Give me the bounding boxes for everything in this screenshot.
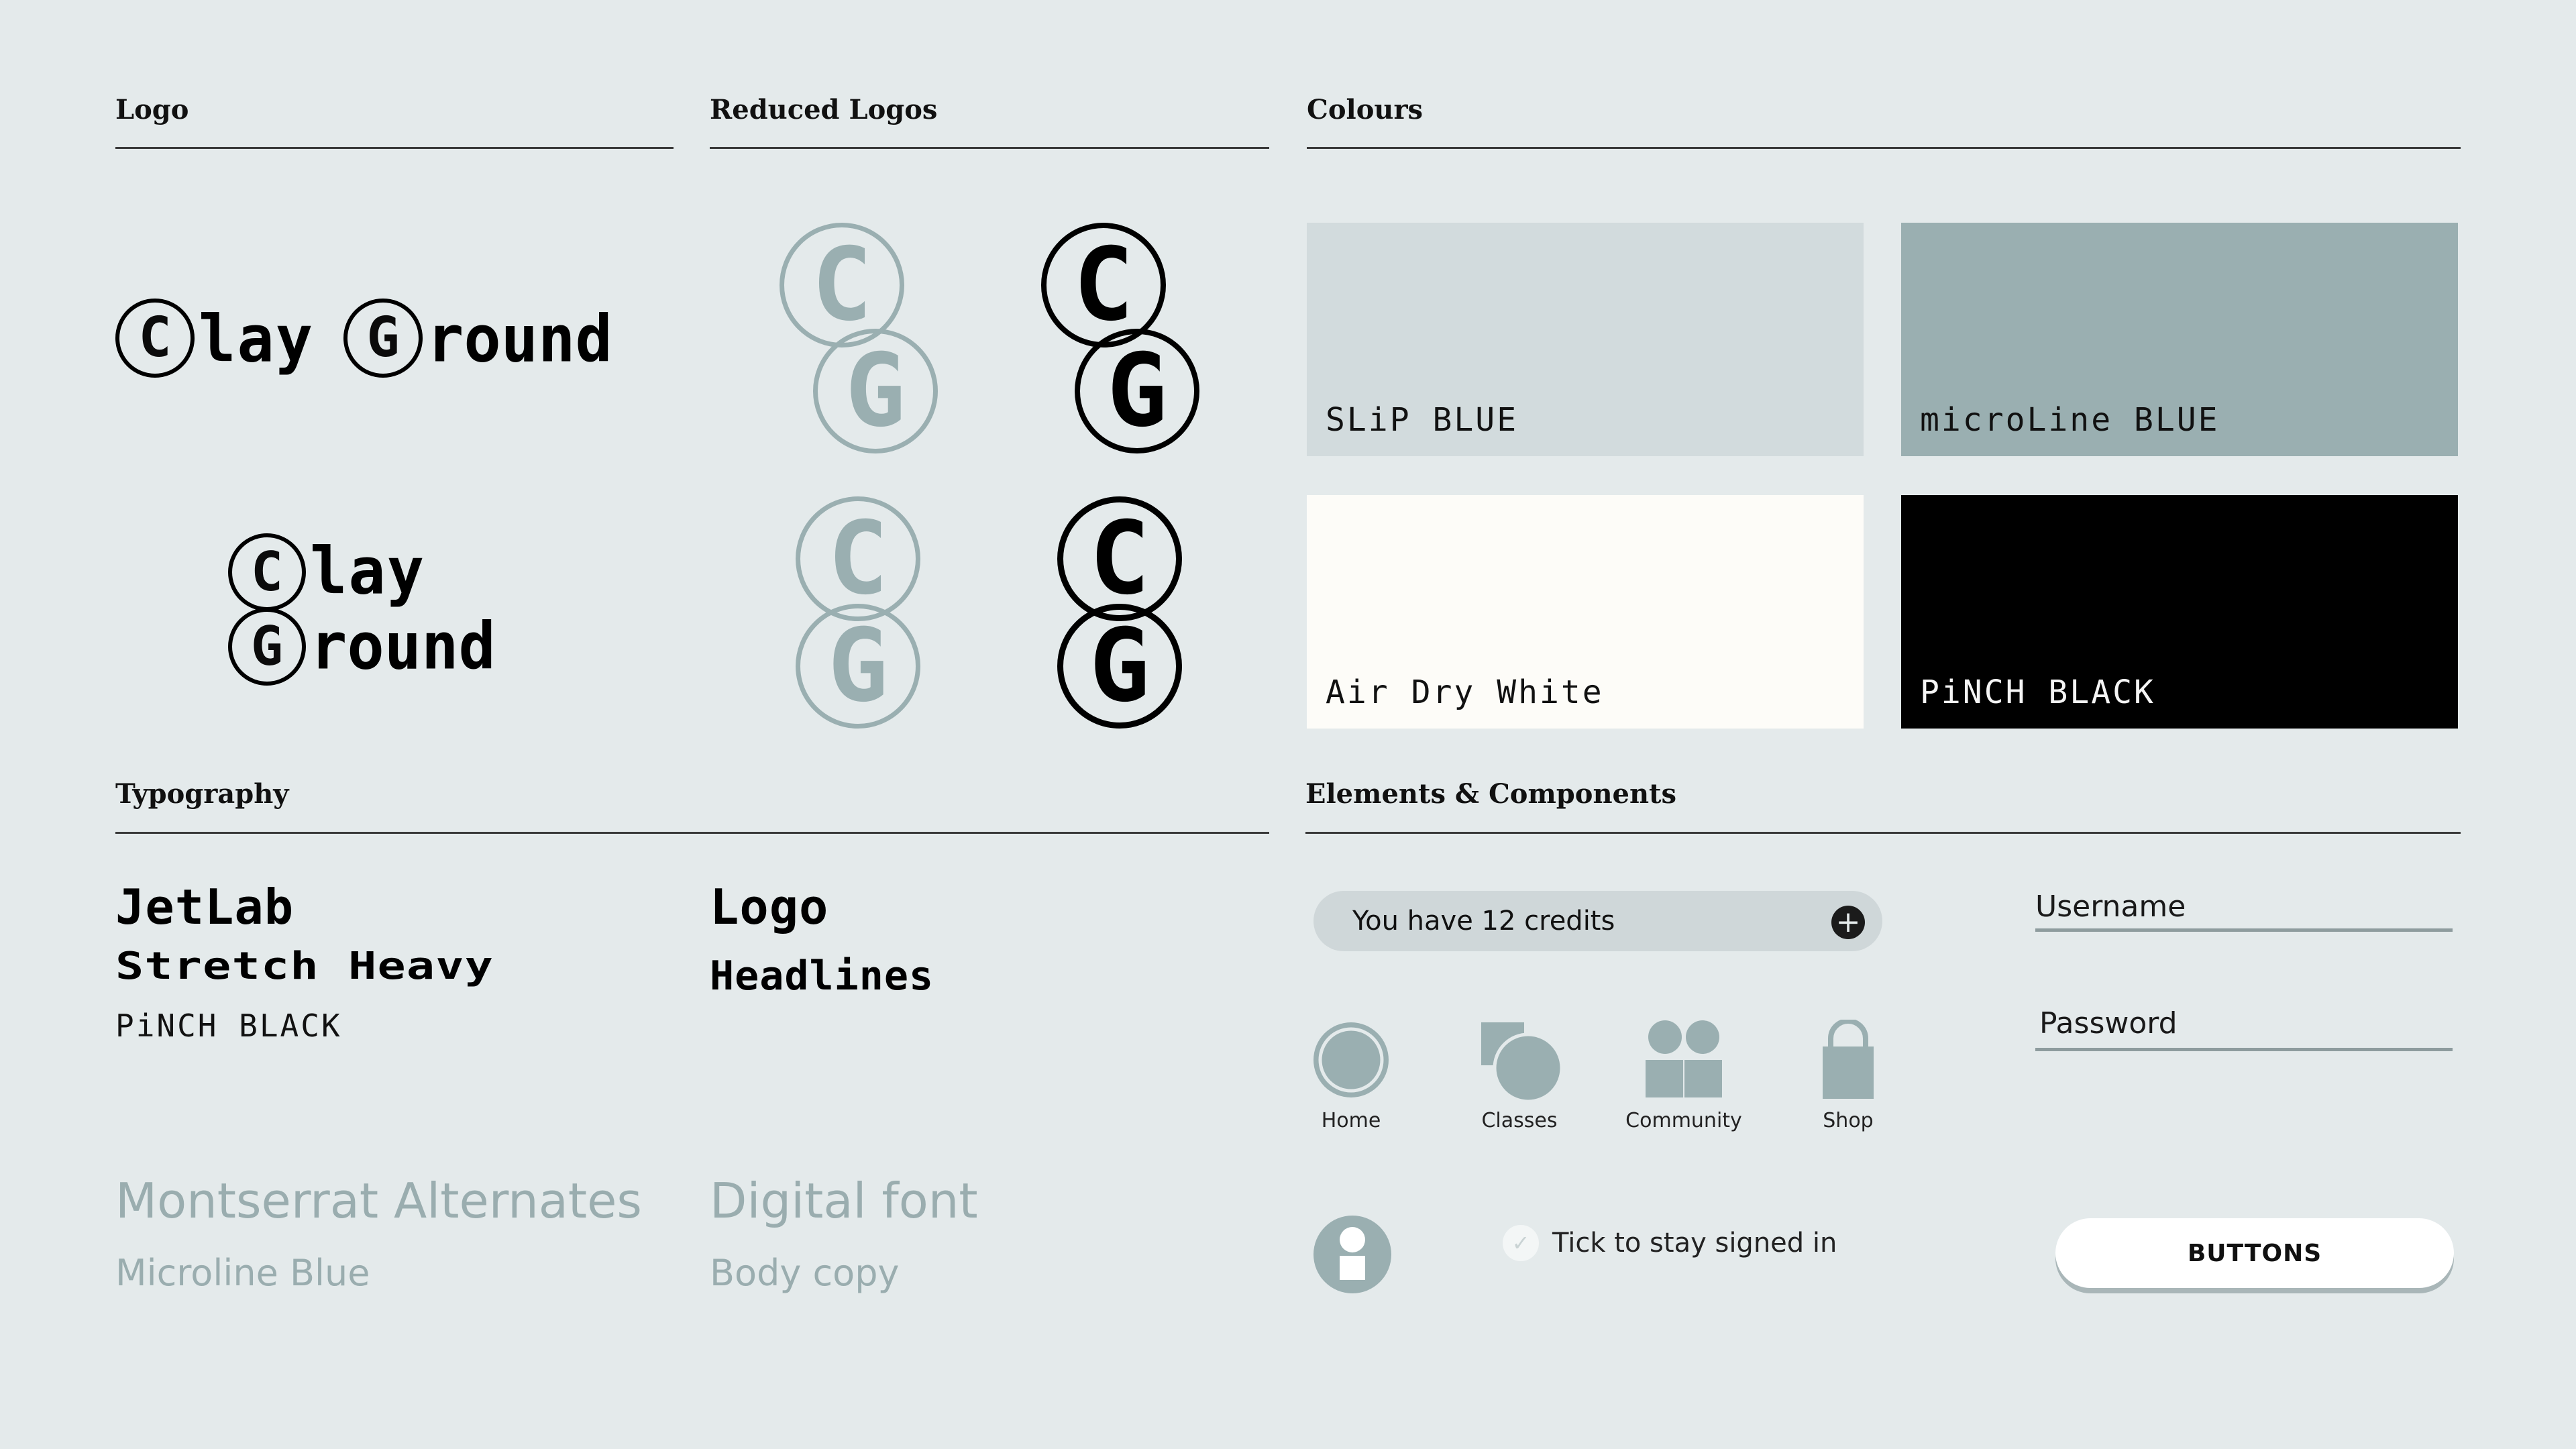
section-title-elements: Elements & Components (1305, 778, 1677, 810)
logo-ring-c: C (115, 299, 195, 378)
checkbox-label: Tick to stay signed in (1552, 1228, 1837, 1258)
nav-item-home[interactable]: Home (1304, 1020, 1398, 1132)
monogram-letter-g: G (827, 608, 889, 724)
typo-sample-digital-font: Digital font (710, 1173, 978, 1229)
logo-ring-g: G (228, 608, 306, 686)
home-icon (1313, 1022, 1389, 1097)
logo-word-lay: lay (310, 533, 426, 609)
primary-button[interactable]: BUTTONS (2055, 1218, 2454, 1288)
username-field-label: Username (2035, 890, 2186, 924)
logo-word-round: round (310, 608, 496, 684)
typo-sample-logo: Logo (710, 879, 829, 935)
check-icon[interactable]: ✓ (1503, 1225, 1539, 1261)
monogram-ring-g: G (1057, 604, 1182, 729)
typo-sample-jetlab: JetLab (115, 879, 294, 935)
monogram-letter-c: C (1089, 500, 1150, 617)
typo-sample-montserrat: Montserrat Alternates (115, 1173, 642, 1229)
divider (1307, 147, 2461, 149)
classes-icon (1481, 1022, 1564, 1104)
nav-item-community[interactable]: Community (1610, 1020, 1758, 1132)
monogram-letter-g: G (845, 333, 906, 449)
credits-text: You have 12 credits (1352, 906, 1615, 936)
typo-sample-microline: Microline Blue (115, 1252, 370, 1294)
monogram-letter-c: C (827, 500, 889, 617)
logo-letter-g: G (250, 615, 284, 678)
monogram-ring-g: G (1075, 329, 1199, 453)
swatch-label: microLine BLUE (1920, 401, 2220, 439)
logo-letter-g: G (366, 306, 400, 370)
logo-letter-c: C (250, 541, 284, 603)
nav-label: Community (1625, 1109, 1742, 1132)
nav-label: Classes (1481, 1109, 1558, 1132)
shop-bag-icon (1823, 1018, 1874, 1099)
password-field-label: Password (2039, 1006, 2178, 1040)
colour-swatch-slip-blue: SLiP BLUE (1307, 223, 1864, 456)
logo-letter-c: C (138, 306, 172, 370)
nav-label: Home (1321, 1109, 1381, 1132)
typo-sample-stretch-heavy: Stretch Heavy (115, 945, 494, 988)
nav-label: Shop (1823, 1109, 1874, 1132)
username-field[interactable] (2035, 928, 2453, 932)
swatch-label: Air Dry White (1326, 674, 1604, 711)
monogram-letter-c: C (1073, 227, 1134, 343)
monogram-ring-c: C (1041, 223, 1166, 347)
typo-sample-pinch-black: PiNCH BLACK (115, 1008, 342, 1044)
password-field[interactable] (2035, 1048, 2453, 1051)
nav-item-shop[interactable]: Shop (1805, 1018, 1892, 1132)
typo-sample-body-copy: Body copy (710, 1252, 900, 1294)
colour-swatch-pinch-black: PiNCH BLACK (1901, 495, 2458, 729)
monogram-ring-c: C (796, 496, 920, 621)
divider (710, 147, 1269, 149)
monogram-letter-c: C (811, 227, 873, 343)
colour-swatch-microline-blue: microLine BLUE (1901, 223, 2458, 456)
colour-swatch-air-dry-white: Air Dry White (1307, 495, 1864, 729)
monogram-ring-c: C (1057, 496, 1182, 621)
monogram-ring-c: C (780, 223, 904, 347)
swatch-label: SLiP BLUE (1326, 401, 1519, 439)
community-icon (1646, 1020, 1722, 1097)
monogram-letter-g: G (1106, 333, 1168, 449)
nav-item-classes[interactable]: Classes (1469, 1020, 1570, 1132)
section-title-typography: Typography (115, 778, 289, 810)
divider (1305, 832, 2461, 834)
credits-pill: You have 12 credits + (1313, 891, 1882, 951)
divider (115, 147, 674, 149)
monogram-ring-g: G (796, 604, 920, 729)
logo-ring-c: C (228, 533, 306, 611)
profile-avatar[interactable] (1312, 1214, 1393, 1295)
profile-icon (1313, 1216, 1391, 1293)
logo-ring-g: G (343, 299, 423, 378)
logo-word-lay: lay (199, 301, 315, 377)
swatch-label: PiNCH BLACK (1920, 674, 2155, 711)
typo-sample-headlines: Headlines (710, 953, 934, 1000)
divider (115, 832, 1269, 834)
plus-icon[interactable]: + (1831, 906, 1865, 939)
section-title-reduced-logos: Reduced Logos (710, 94, 938, 125)
logo-word-round: round (427, 301, 612, 377)
stay-signed-in-checkbox[interactable]: ✓ Tick to stay signed in (1503, 1225, 1837, 1261)
section-title-colours: Colours (1307, 94, 1424, 125)
section-title-logo: Logo (115, 94, 189, 125)
monogram-letter-g: G (1089, 608, 1150, 724)
monogram-ring-g: G (813, 329, 938, 453)
